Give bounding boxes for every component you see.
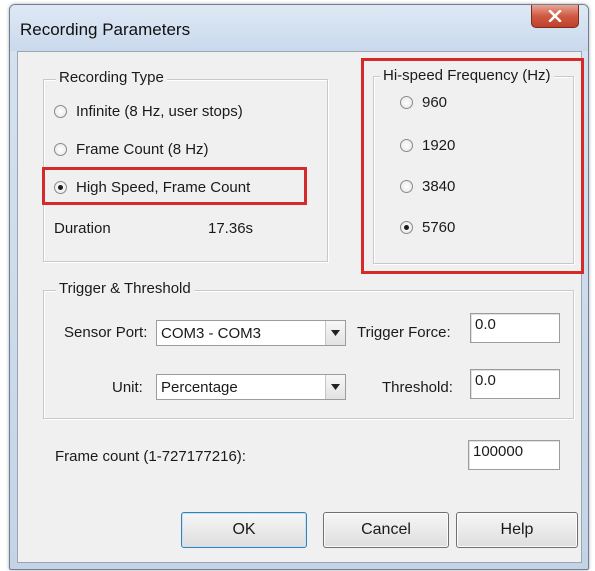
hispeed-highlight (361, 58, 584, 274)
radio-frame-count-button[interactable] (54, 143, 67, 156)
sensor-port-select[interactable]: COM3 - COM3 (156, 320, 346, 346)
sensor-port-value: COM3 - COM3 (161, 325, 262, 342)
window-title: Recording Parameters (20, 20, 191, 39)
chevron-down-icon[interactable] (325, 375, 345, 399)
close-icon (548, 10, 562, 22)
radio-infinite-label: Infinite (8 Hz, user stops) (76, 103, 243, 120)
chevron-down-icon[interactable] (325, 321, 345, 345)
unit-value: Percentage (161, 379, 238, 396)
trigger-threshold-group: Trigger & Threshold Sensor Port: COM3 - … (43, 280, 574, 419)
frame-count-input[interactable]: 100000 (468, 440, 560, 470)
close-button[interactable] (531, 5, 579, 28)
radio-infinite[interactable]: Infinite (8 Hz, user stops) (54, 103, 243, 120)
unit-select[interactable]: Percentage (156, 374, 346, 400)
high-speed-highlight (42, 167, 307, 205)
trigger-force-label: Trigger Force: (357, 324, 451, 341)
recording-type-legend: Recording Type (56, 69, 167, 86)
frame-count-label: Frame count (1-727177216): (55, 448, 246, 465)
trigger-force-input[interactable]: 0.0 (470, 313, 560, 343)
duration-label: Duration (54, 220, 111, 237)
dialog-body: Recording Type Infinite (8 Hz, user stop… (17, 51, 584, 563)
cancel-button[interactable]: Cancel (323, 512, 449, 548)
help-button[interactable]: Help (456, 512, 578, 548)
radio-frame-count-label: Frame Count (8 Hz) (76, 141, 209, 158)
duration-value: 17.36s (208, 220, 254, 237)
sensor-port-label: Sensor Port: (64, 324, 148, 341)
title-bar[interactable]: Recording Parameters (10, 5, 588, 51)
trigger-threshold-legend: Trigger & Threshold (56, 280, 194, 297)
unit-label: Unit: (112, 379, 143, 396)
radio-frame-count[interactable]: Frame Count (8 Hz) (54, 141, 209, 158)
dialog-window: Recording Parameters Recording Type Infi… (9, 4, 589, 570)
ok-button[interactable]: OK (181, 512, 307, 548)
radio-infinite-button[interactable] (54, 105, 67, 118)
threshold-label: Threshold: (382, 379, 453, 396)
threshold-input[interactable]: 0.0 (470, 369, 560, 399)
